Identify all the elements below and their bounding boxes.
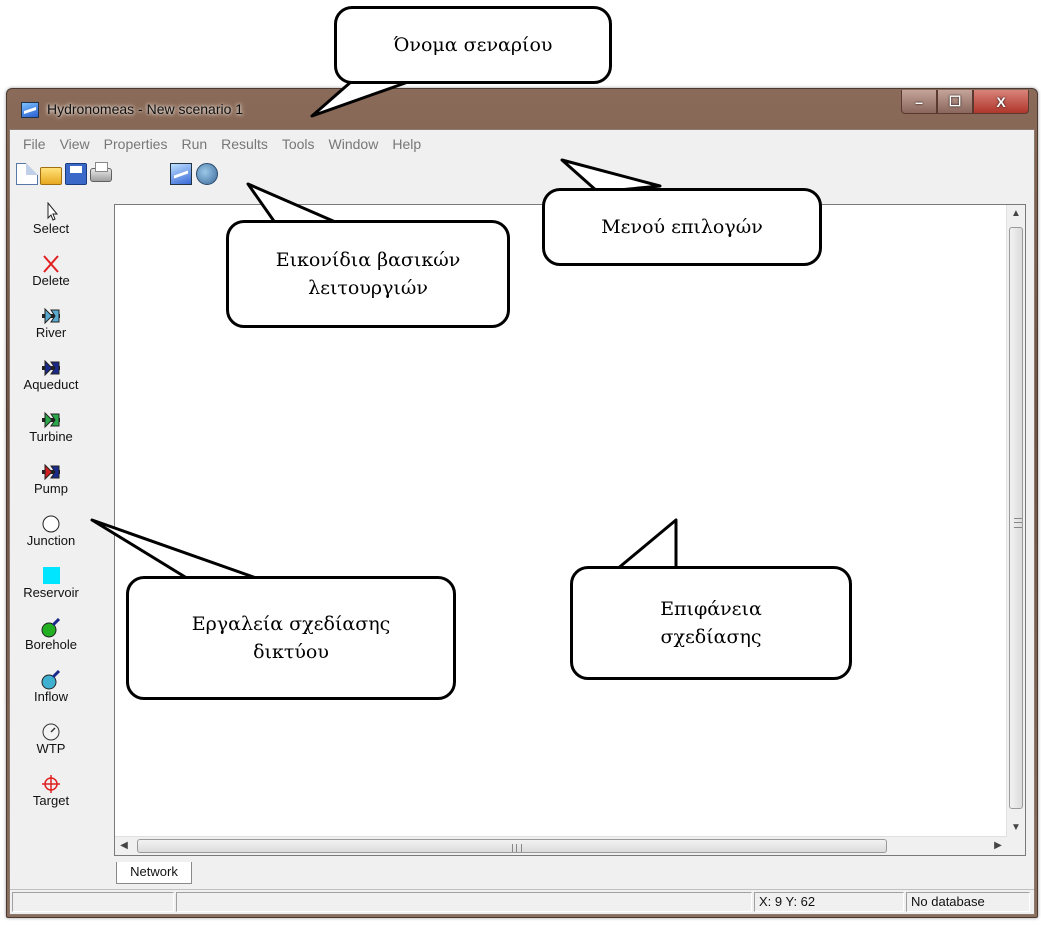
open-folder-icon[interactable] [40,167,62,185]
cursor-arrow-icon [40,201,62,222]
callout-network-tools: Εργαλεία σχεδίασης δικτύου [126,576,456,700]
tool-label: Junction [26,533,76,548]
callout-text: Εργαλεία σχεδίασης [191,613,391,635]
tool-turbine[interactable]: Turbine [10,410,92,444]
horizontal-scrollbar[interactable]: ◀ ▶ [115,836,1007,855]
tool-pump[interactable]: Pump [10,462,92,496]
callout-text: λειτουργιών [308,277,428,299]
close-button[interactable]: X [973,90,1029,114]
turbine-link-icon [40,410,62,430]
callout-text: Επιφάνεια [660,598,762,620]
maximize-button[interactable]: ☐ [937,90,973,114]
tool-label: Select [32,221,70,236]
callout-drawing-surface: Επιφάνεια σχεδίασης [570,566,852,680]
callout-basic-icons: Εικονίδια βασικών λειτουργιών [226,220,510,328]
tool-label: Aqueduct [23,377,79,392]
vertical-scroll-thumb[interactable] [1009,227,1023,809]
tool-junction[interactable]: Junction [10,514,92,548]
menu-properties[interactable]: Properties [97,136,175,152]
tool-inflow[interactable]: Inflow [10,669,92,704]
tool-select[interactable]: Select [10,201,92,236]
window-title: Hydronomeas - New scenario 1 [47,101,244,117]
new-file-icon[interactable] [16,163,38,185]
tool-label: Delete [32,273,70,288]
hydronomeas-app-icon[interactable] [21,102,39,118]
reservoir-square-icon [40,566,62,586]
status-pane-middle [176,892,752,912]
tab-network[interactable]: Network [116,862,192,884]
callout-text: Μενού επιλογών [601,216,763,238]
brain-icon[interactable] [196,163,218,185]
river-link-icon [40,306,62,326]
callout-text: δικτύου [253,641,329,663]
horizontal-scroll-thumb[interactable] [137,839,887,853]
scroll-right-icon[interactable]: ▶ [989,837,1007,855]
save-icon[interactable] [65,163,87,185]
tool-label: Reservoir [23,585,79,600]
scroll-left-icon[interactable]: ◀ [115,837,133,855]
callout-scenario-name: Όνομα σεναρίου [334,6,612,84]
tool-label: Pump [34,481,68,496]
print-icon[interactable] [90,162,112,182]
target-crosshair-icon [40,774,62,794]
menu-tools[interactable]: Tools [275,136,322,152]
status-bar: X: 9 Y: 62 No database [10,889,1034,914]
tool-label: Inflow [34,689,68,704]
window-controls: – ☐ X [901,90,1029,114]
wtp-gauge-icon [40,722,62,742]
tool-palette: Select Delete River Aqueduct Turbine Pum… [10,201,114,888]
inflow-icon [40,669,62,690]
menu-view[interactable]: View [53,136,97,152]
close-icon: X [996,93,1006,110]
tool-label: WTP [36,741,66,756]
title-bar[interactable]: Hydronomeas - New scenario 1 – ☐ X [7,89,1037,129]
borehole-icon [40,617,62,638]
tool-river[interactable]: River [10,306,92,340]
scroll-down-icon[interactable]: ▼ [1007,819,1025,837]
menu-file[interactable]: File [16,136,53,152]
scroll-corner [1007,837,1025,855]
menu-run[interactable]: Run [174,136,214,152]
client-area: File View Properties Run Results Tools W… [9,129,1035,915]
junction-circle-icon [40,514,62,534]
tool-label: Borehole [24,637,78,652]
status-database: No database [906,892,1030,912]
aqueduct-link-icon [40,358,62,378]
minimize-icon: – [915,93,923,110]
tool-target[interactable]: Target [10,774,92,808]
maximize-icon: ☐ [948,93,962,109]
status-coords: X: 9 Y: 62 [754,892,904,912]
callout-text: Όνομα σεναρίου [393,34,553,56]
menu-results[interactable]: Results [214,136,275,152]
hydronomeas-icon[interactable] [170,163,192,185]
callout-text: Εικονίδια βασικών [275,249,461,271]
tool-aqueduct[interactable]: Aqueduct [10,358,92,392]
tool-label: Target [32,793,70,808]
tool-delete[interactable]: Delete [10,254,92,288]
tool-borehole[interactable]: Borehole [10,617,92,652]
pump-link-icon [40,462,62,482]
tool-label: Turbine [29,429,73,444]
red-x-icon [40,254,62,274]
callout-text: σχεδίασης [660,626,762,648]
minimize-button[interactable]: – [901,90,937,114]
grip-icon [512,844,522,852]
menu-bar: File View Properties Run Results Tools W… [10,130,1034,159]
toolbar [10,158,1034,196]
tool-label: River [35,325,67,340]
status-pane-left [12,892,174,912]
callout-menu-options: Μενού επιλογών [542,188,822,266]
scroll-up-icon[interactable]: ▲ [1007,205,1025,223]
vertical-scrollbar[interactable]: ▲ ▼ [1006,205,1025,837]
tool-reservoir[interactable]: Reservoir [10,566,92,600]
menu-window[interactable]: Window [322,136,386,152]
app-window: Hydronomeas - New scenario 1 – ☐ X File … [6,88,1038,918]
menu-help[interactable]: Help [385,136,428,152]
grip-icon [1014,518,1022,528]
tool-wtp[interactable]: WTP [10,722,92,756]
